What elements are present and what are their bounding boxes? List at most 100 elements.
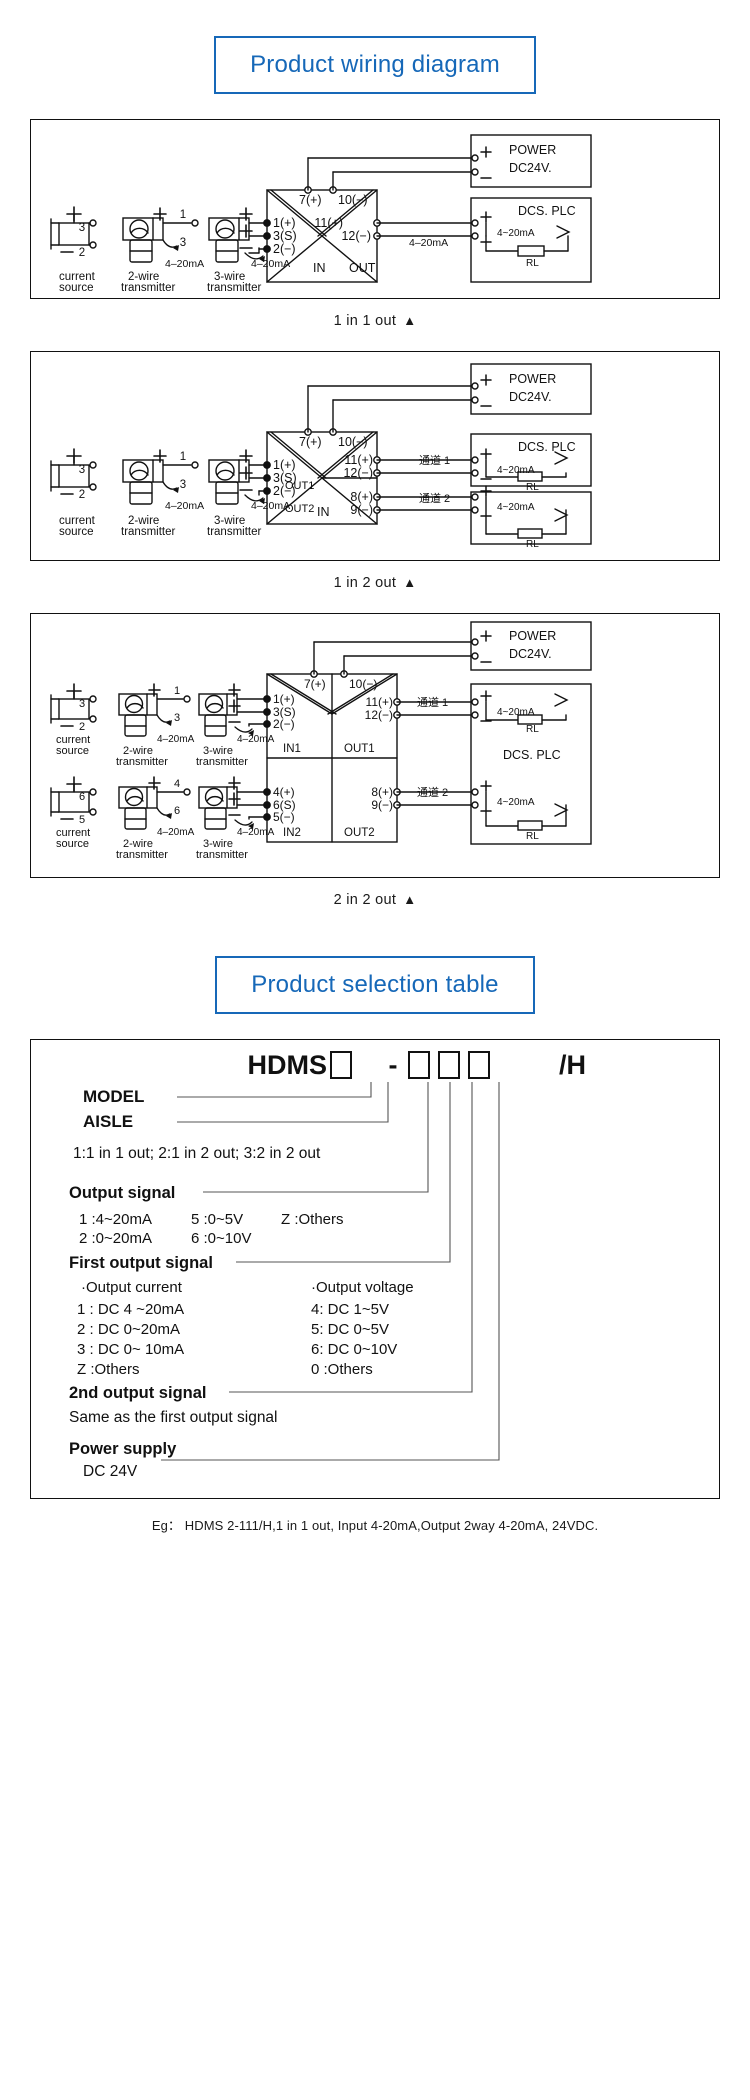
d3-rl2: RL bbox=[526, 831, 539, 842]
d3-3wire1-l2: transmitter bbox=[196, 756, 248, 768]
aisle-values: 1:1 in 1 out; 2:1 in 2 out; 3:2 in 2 out bbox=[73, 1145, 321, 1162]
d2-3wire-l2: transmitter bbox=[207, 526, 261, 538]
d2-2wire-ma: 4–20mA bbox=[165, 500, 204, 512]
d2-2wire-l2: transmitter bbox=[121, 526, 175, 538]
d3-ma-a1: 4–20mA bbox=[157, 734, 195, 745]
d2-power-sub: DC24V. bbox=[509, 390, 552, 404]
d3-terminal-1: 1(+) bbox=[273, 692, 295, 706]
selection-code-suffix: /H bbox=[559, 1050, 586, 1080]
d1-src-bot-num: 2 bbox=[79, 247, 85, 259]
output-opt-5: 5 :0~5V bbox=[191, 1211, 243, 1228]
d3-src1-top-num: 3 bbox=[79, 698, 85, 710]
d2-src-top-num: 3 bbox=[79, 464, 85, 476]
d2-tx2-num: 1 bbox=[180, 451, 186, 463]
d1-terminal-1: 1(+) bbox=[273, 216, 296, 230]
d1-rl-label: RL bbox=[526, 258, 539, 269]
d3-2wire2-l2: transmitter bbox=[116, 849, 168, 861]
d2-out1-visible: OUT1 bbox=[285, 480, 314, 492]
label-output-signal: Output signal bbox=[69, 1184, 175, 1202]
d1-out-label: OUT bbox=[349, 261, 376, 275]
wiring-heading: Product wiring diagram bbox=[214, 36, 536, 94]
d3-dcs-range1: 4~20mA bbox=[497, 707, 535, 718]
d2-power-title: POWER bbox=[509, 372, 556, 386]
d2-dcs-range2: 4~20mA bbox=[497, 502, 535, 513]
d2-terminal-9: 9(−) bbox=[350, 503, 373, 517]
diagram-3-caption-text: 2 in 2 out bbox=[334, 892, 397, 908]
d3-rl1: RL bbox=[526, 724, 539, 735]
d3-power-title: POWER bbox=[509, 629, 556, 643]
d2-dcs-range1: 4~20mA bbox=[497, 465, 535, 476]
d3-src1-bot-num: 2 bbox=[79, 721, 85, 733]
selection-heading: Product selection table bbox=[215, 956, 534, 1014]
diagram-1-caption: 1 in 1 out ▲ bbox=[0, 313, 750, 329]
d2-tx2-num2: 3 bbox=[180, 479, 186, 491]
d1-out-ma: 4–20mA bbox=[409, 237, 448, 249]
d3-in2-label: IN2 bbox=[283, 827, 301, 839]
d1-tx2-num2: 3 bbox=[180, 237, 186, 249]
code-box-output bbox=[409, 1052, 429, 1078]
d3-terminal-8: 8(+) bbox=[371, 785, 393, 799]
cur-1: 1 : DC 4 ~20mA bbox=[77, 1301, 184, 1318]
d1-src-top-num: 3 bbox=[79, 222, 85, 234]
power-supply-value: DC 24V bbox=[83, 1463, 138, 1480]
second-output-desc: Same as the first output signal bbox=[69, 1409, 278, 1426]
d3-src2-top-num: 6 bbox=[79, 791, 85, 803]
vol-4: 4: DC 1~5V bbox=[311, 1301, 389, 1318]
d3-3wire2-l2: transmitter bbox=[196, 849, 248, 861]
d3-terminal-12: 12(−) bbox=[365, 708, 393, 722]
d2-terminal-1: 1(+) bbox=[273, 458, 296, 472]
d1-in-label: IN bbox=[313, 261, 326, 275]
d2-in-label: IN bbox=[317, 505, 330, 519]
d1-3wire-l2: transmitter bbox=[207, 282, 261, 294]
d3-out2-label: OUT2 bbox=[344, 827, 375, 839]
diagram-1-caption-triangle-icon: ▲ bbox=[403, 313, 416, 328]
d2-terminal-12: 12(−) bbox=[343, 466, 373, 480]
d3-tx-b-num2: 6 bbox=[174, 805, 180, 817]
diagram-3-caption-triangle-icon: ▲ bbox=[403, 892, 416, 907]
diagram-3-caption: 2 in 2 out ▲ bbox=[0, 892, 750, 908]
d1-power-title: POWER bbox=[509, 143, 556, 157]
diagram-2-caption-triangle-icon: ▲ bbox=[403, 575, 416, 590]
d3-power-sub: DC24V. bbox=[509, 647, 552, 661]
selection-code-dash: - bbox=[389, 1050, 398, 1080]
d1-2wire-l2: transmitter bbox=[121, 282, 175, 294]
d1-terminal-11: 11(+) bbox=[314, 216, 343, 230]
d2-dcs-label: DCS. PLC bbox=[518, 440, 576, 454]
d3-ma-b2: 4–20mA bbox=[237, 827, 275, 838]
d3-ma-a2: 4–20mA bbox=[237, 734, 275, 745]
d1-terminal-3: 3(S) bbox=[273, 229, 297, 243]
d3-dcs-range2: 4~20mA bbox=[497, 797, 535, 808]
d3-2wire1-l2: transmitter bbox=[116, 756, 168, 768]
d3-current-source2-l2: source bbox=[56, 838, 89, 850]
page-root: Product wiring diagram bbox=[0, 36, 750, 2100]
cur-2: 2 : DC 0~20mA bbox=[77, 1321, 180, 1338]
d3-terminal-5: 5(−) bbox=[273, 810, 295, 824]
d3-dcs-label: DCS. PLC bbox=[503, 748, 561, 762]
d3-tx-a-num: 1 bbox=[174, 685, 180, 697]
output-opt-6: 6 :0~10V bbox=[191, 1230, 251, 1247]
d1-terminal-7: 7(+) bbox=[299, 193, 322, 207]
selection-heading-wrap: Product selection table bbox=[0, 956, 750, 1014]
diagram-1-caption-text: 1 in 1 out bbox=[334, 313, 397, 329]
d1-tx2-num: 1 bbox=[180, 209, 186, 221]
code-box-second bbox=[469, 1052, 489, 1078]
d2-current-source-l2: source bbox=[59, 526, 94, 538]
d3-tx-b-num: 4 bbox=[174, 778, 180, 790]
d2-terminal-8: 8(+) bbox=[350, 490, 373, 504]
d3-channel2: 通道 2 bbox=[417, 785, 448, 799]
d1-terminal-2: 2(−) bbox=[273, 242, 296, 256]
d3-terminal-9: 9(−) bbox=[371, 798, 393, 812]
wiring-diagram-3: 3 2 1 3 6 5 4 6 4–20mA 4–20mA 4–20mA 4–2… bbox=[30, 613, 720, 878]
d1-dcs-label: DCS. PLC bbox=[518, 204, 576, 218]
d1-dcs-range: 4~20mA bbox=[497, 228, 535, 239]
d2-terminal-7: 7(+) bbox=[299, 435, 322, 449]
d2-channel1: 通道 1 bbox=[419, 453, 450, 467]
d3-terminal-7: 7(+) bbox=[304, 677, 326, 691]
d2-rl1: RL bbox=[526, 482, 539, 493]
d2-src-bot-num: 2 bbox=[79, 489, 85, 501]
product-selection-table: HDMS - /H MODEL AISLE 1:1 in 1 out; 2:1 … bbox=[30, 1039, 720, 1499]
d2-out2-visible: OUT2 bbox=[285, 503, 314, 515]
wiring-diagram-1: 3 2 1 3 4–20mA 4–20mA current source 2-w… bbox=[30, 119, 720, 299]
label-aisle: AISLE bbox=[83, 1112, 133, 1131]
d3-in1-label: IN1 bbox=[283, 743, 301, 755]
